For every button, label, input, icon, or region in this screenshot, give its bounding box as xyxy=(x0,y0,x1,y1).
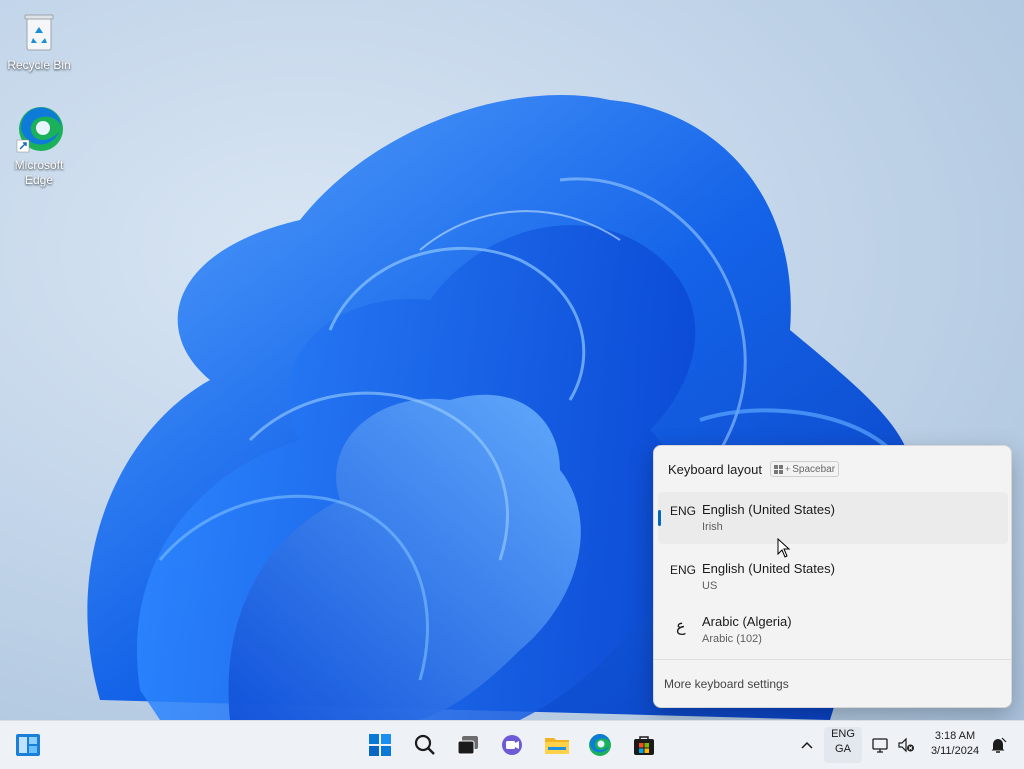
more-keyboard-settings-link[interactable]: More keyboard settings xyxy=(664,677,789,691)
layout-option-english-us[interactable]: ENG English (United States) US xyxy=(658,551,1008,603)
keyboard-layout-flyout: Keyboard layout + Spacebar ENG English (… xyxy=(653,445,1012,708)
desktop-icon-edge[interactable]: Microsoft Edge xyxy=(4,104,74,188)
layout-language: Arabic (Algeria) xyxy=(702,614,792,629)
selected-indicator xyxy=(658,510,661,526)
windows-key-icon xyxy=(773,464,783,474)
shortcut-hint: + Spacebar xyxy=(769,461,840,477)
layout-language: English (United States) xyxy=(702,502,835,517)
flyout-title: Keyboard layout xyxy=(668,461,762,477)
layout-code: ع xyxy=(676,616,686,635)
chevron-up-icon xyxy=(801,741,813,749)
desktop-icon-recycle-bin[interactable]: Recycle Bin xyxy=(4,10,74,73)
layout-name: Arabic (102) xyxy=(702,633,762,645)
clock[interactable]: 3:18 AM 3/11/2024 xyxy=(923,729,987,759)
clock-date: 3/11/2024 xyxy=(930,745,980,757)
mouse-cursor-icon xyxy=(777,538,791,558)
search-icon xyxy=(414,734,435,755)
start-button[interactable] xyxy=(364,729,396,761)
desktop-icon-label: Microsoft Edge xyxy=(14,158,64,187)
store-button[interactable] xyxy=(628,729,660,761)
notification-bell-icon xyxy=(991,737,1007,753)
spacebar-key: Spacebar xyxy=(792,463,836,475)
clock-time: 3:18 AM xyxy=(934,730,976,742)
chat-icon xyxy=(502,735,522,755)
notifications-button[interactable] xyxy=(985,729,1011,761)
layout-language: English (United States) xyxy=(702,561,835,576)
layout-code: ENG xyxy=(670,563,697,577)
lang-code-bottom: GA xyxy=(835,743,851,755)
search-button[interactable] xyxy=(409,729,441,761)
edge-taskbar-button[interactable] xyxy=(584,729,616,761)
volume-button[interactable] xyxy=(892,729,920,761)
layout-code: ENG xyxy=(670,504,697,518)
widgets-button[interactable] xyxy=(12,729,44,761)
input-language-indicator[interactable]: ENG GA xyxy=(824,727,862,763)
network-button[interactable] xyxy=(866,729,894,761)
plus-sign: + xyxy=(784,464,791,474)
taskbar: ENG GA 3:18 AM 3/11/2024 xyxy=(0,720,1024,769)
layout-name: Irish xyxy=(702,521,723,533)
edge-icon xyxy=(589,733,611,756)
layout-option-arabic-algeria[interactable]: ع Arabic (Algeria) Arabic (102) xyxy=(658,604,1008,656)
layout-name: US xyxy=(702,580,718,592)
recycle-bin-icon xyxy=(24,14,54,51)
file-explorer-button[interactable] xyxy=(541,729,573,761)
start-icon xyxy=(369,734,391,756)
network-icon xyxy=(872,738,888,753)
edge-icon xyxy=(16,107,63,153)
flyout-header: Keyboard layout + Spacebar xyxy=(668,459,840,479)
divider xyxy=(654,659,1011,660)
lang-code-top: ENG xyxy=(831,728,855,740)
desktop-icon-label: Recycle Bin xyxy=(7,58,71,72)
file-explorer-icon xyxy=(545,738,569,754)
show-hidden-icons-button[interactable] xyxy=(793,729,821,761)
widgets-icon xyxy=(16,734,40,756)
volume-muted-icon xyxy=(898,737,914,753)
task-view-button[interactable] xyxy=(452,729,484,761)
task-view-icon xyxy=(457,736,478,755)
chat-button[interactable] xyxy=(496,729,528,761)
layout-option-english-irish[interactable]: ENG English (United States) Irish xyxy=(658,492,1008,544)
store-icon xyxy=(634,736,654,755)
